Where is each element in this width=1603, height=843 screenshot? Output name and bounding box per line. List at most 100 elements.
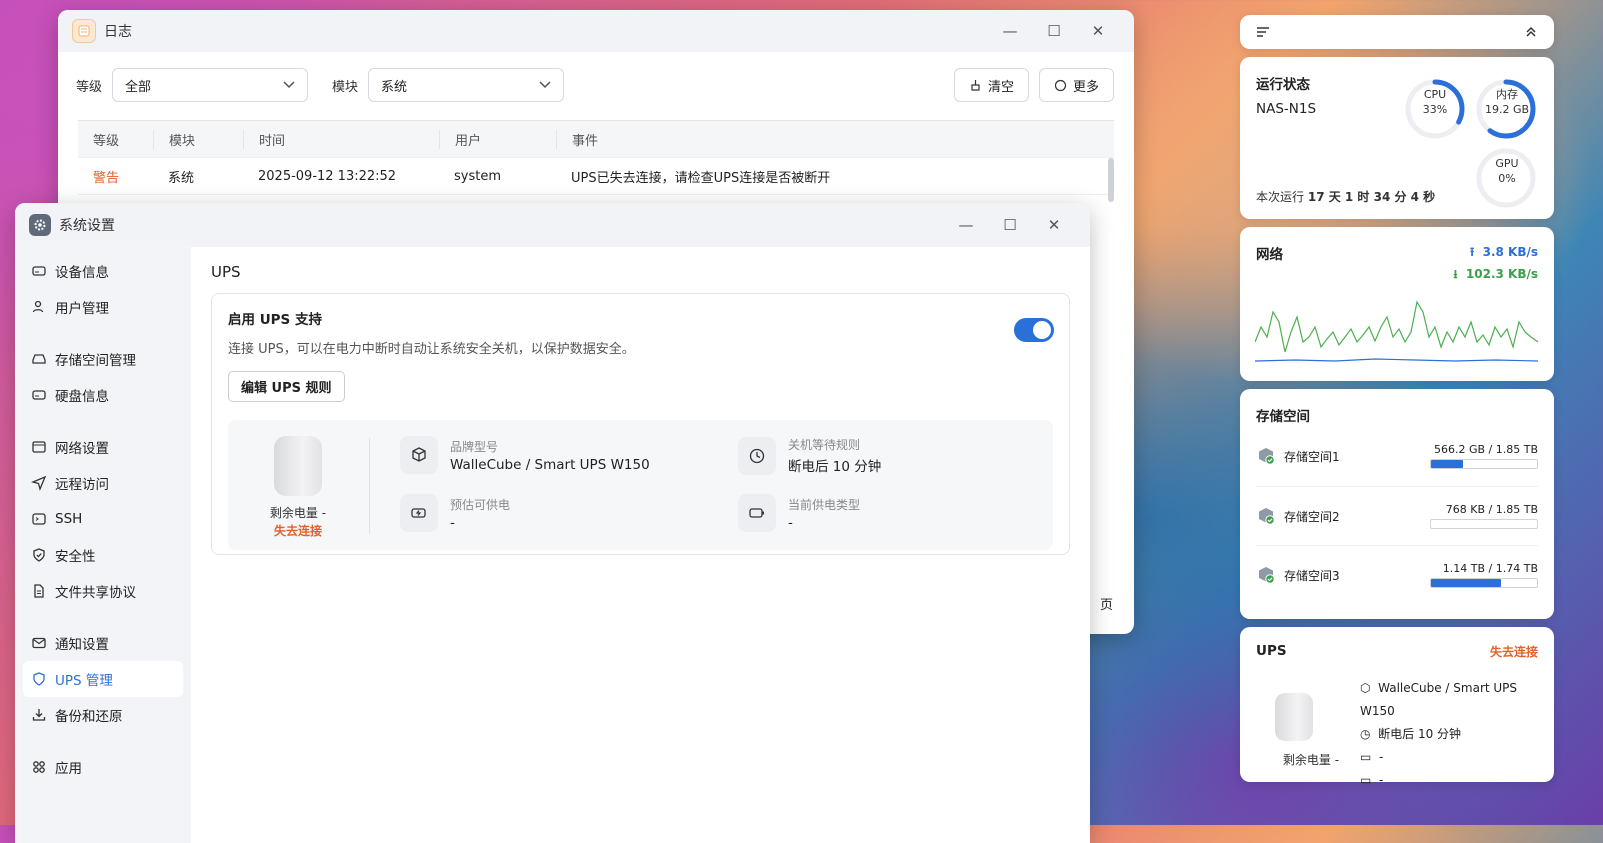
storage-volume-icon (1259, 567, 1275, 584)
sidebar-item-backup[interactable]: 备份和还原 (23, 697, 183, 733)
minimize-icon[interactable]: — (944, 210, 988, 240)
storage-volume-row[interactable]: 存储空间1 566.2 GB / 1.85 TB (1256, 427, 1538, 485)
column-header[interactable]: 事件 (556, 129, 1114, 149)
sidebar-item-label: 网络设置 (55, 441, 109, 457)
sidebar-item-apps[interactable]: 应用 (23, 749, 183, 785)
battery-icon (749, 508, 764, 518)
file-icon (34, 584, 44, 598)
sidebar-item-file-sharing[interactable]: 文件共享协议 (23, 573, 183, 609)
filter-list-icon[interactable] (1256, 25, 1270, 39)
battery-charging-icon: ▭ (1360, 750, 1372, 764)
storage-usage-fill (1431, 579, 1501, 587)
storage-usage-bar (1430, 519, 1538, 529)
ups-widget: UPS 失去连接 剩余电量 - ⬡ WalleCube / Smart UPS … (1240, 627, 1554, 787)
chevron-down-icon (539, 81, 551, 89)
cpu-label: CPU (1423, 88, 1447, 101)
sidebar-item-label: SSH (55, 511, 83, 527)
page-title: UPS (211, 263, 241, 281)
network-traffic-chart (1255, 300, 1539, 362)
mem-ring-label: 内存 19.2 GB (1477, 87, 1537, 117)
log-event-cell: UPS已失去连接，请检查UPS连接是否被断开 (571, 170, 831, 186)
sidebar-item-storage-manager[interactable]: 存储空间管理 (23, 341, 183, 377)
settings-content: UPS 启用 UPS 支持 连接 UPS，可以在电力中断时自动让系统安全关机，以… (191, 247, 1090, 843)
apps-icon (33, 761, 45, 773)
storage-widget: 存储空间 存储空间1 566.2 GB / 1.85 TB 存储空间2 768 KB … (1240, 389, 1554, 619)
sidebar-item-label: 设备信息 (55, 265, 109, 281)
sidebar-item-security[interactable]: 安全性 (23, 537, 183, 573)
log-table-header: 等级 模块 时间 用户 事件 (78, 121, 1114, 158)
maximize-icon[interactable]: ☐ (1032, 16, 1076, 46)
mail-icon (32, 637, 46, 649)
download-speed: ⭳ 102.3 KB/s (1453, 267, 1538, 281)
sidebar-item-label: 应用 (55, 761, 82, 777)
cpu-ring-label: CPU 33% (1410, 87, 1460, 117)
battery-label: 剩余电量 - (269, 506, 327, 520)
enable-ups-description: 连接 UPS，可以在电力中断时自动让系统安全关机，以保护数据安全。 (228, 342, 635, 357)
status-widget: 运行状态 NAS-N1S 本次运行 17 天 1 时 34 分 4 秒 CPU 3… (1240, 57, 1554, 219)
sidebar-item-network[interactable]: 网络设置 (23, 429, 183, 465)
ups-widget-shutdown: 断电后 10 分钟 (1378, 727, 1462, 741)
network-icon (32, 441, 46, 453)
storage-volume-icon (1259, 448, 1275, 465)
table-row[interactable]: 警告 系统 2025-09-12 13:22:52 system UPS已失去连… (78, 158, 1114, 195)
sidebar-item-label: 用户管理 (55, 301, 109, 317)
storage-volume-name: 存储空间3 (1284, 568, 1340, 583)
log-scrollbar[interactable] (1108, 158, 1114, 202)
column-header[interactable]: 模块 (153, 129, 243, 149)
enable-ups-title: 启用 UPS 支持 (228, 312, 322, 328)
settings-window: 系统设置 — ☐ ✕ 设备信息 用户管理 存储空间管理 硬盘信息 网络设置 远程… (15, 203, 1090, 843)
column-header[interactable]: 时间 (243, 129, 439, 149)
mem-label: 内存 (1496, 88, 1518, 101)
battery-icon: ▭ (1360, 773, 1372, 787)
close-icon[interactable]: ✕ (1076, 16, 1120, 46)
sidebar-item-ups[interactable]: UPS 管理 (23, 661, 183, 697)
storage-volume-row[interactable]: 存储空间3 1.14 TB / 1.74 TB (1256, 545, 1538, 604)
more-button-label: 更多 (1072, 79, 1099, 95)
ups-info-panel: 剩余电量 - 失去连接 品牌型号 WalleCube / Smart UPS W1… (228, 420, 1053, 550)
mem-value: 19.2 GB (1484, 103, 1530, 116)
level-select[interactable]: 全部 (112, 68, 309, 102)
minimize-icon[interactable]: — (988, 16, 1032, 46)
runtime-value: - (450, 514, 455, 531)
sidebar-item-notifications[interactable]: 通知设置 (23, 625, 183, 661)
column-header[interactable]: 等级 (78, 130, 153, 149)
sidebar-item-users[interactable]: 用户管理 (23, 289, 183, 325)
download-icon (32, 709, 46, 721)
ups-status: 失去连接 (273, 524, 322, 538)
upload-line (1255, 358, 1539, 362)
chevrons-up-icon[interactable] (1524, 25, 1538, 39)
module-select[interactable]: 系统 (368, 68, 565, 102)
clock-icon (749, 448, 765, 463)
more-button[interactable]: 更多 (1038, 68, 1114, 102)
enable-ups-toggle[interactable] (1014, 318, 1054, 342)
column-header[interactable]: 用户 (439, 129, 556, 149)
storage-usage-bar (1430, 578, 1538, 588)
drive-icon (32, 266, 46, 276)
edit-ups-rules-button[interactable]: 编辑 UPS 规则 (228, 371, 345, 402)
sidebar-item-remote-access[interactable]: 远程访问 (23, 465, 183, 501)
ups-card: 启用 UPS 支持 连接 UPS，可以在电力中断时自动让系统安全关机，以保护数据… (211, 293, 1070, 555)
brand-info: 品牌型号 WalleCube / Smart UPS W150 (400, 436, 650, 474)
gpu-value: 0% (1498, 172, 1516, 185)
level-label: 等级 (76, 79, 103, 95)
terminal-icon (32, 513, 46, 525)
storage-icon (32, 354, 46, 364)
maximize-icon[interactable]: ☐ (988, 210, 1032, 240)
network-widget: 网络 ⭱ 3.8 KB/s ⭳ 102.3 KB/s (1240, 227, 1554, 381)
user-icon (32, 300, 44, 313)
sidebar-item-disk-info[interactable]: 硬盘信息 (23, 377, 183, 413)
shutdown-key: 关机等待规则 (788, 438, 861, 452)
clear-button[interactable]: 清空 (953, 68, 1029, 102)
storage-usage-fill (1431, 460, 1463, 468)
sidebar-item-ssh[interactable]: SSH (23, 501, 183, 537)
cube-icon (412, 447, 426, 462)
log-table: 等级 模块 时间 用户 事件 警告 系统 2025-09-12 13:22:52… (78, 120, 1114, 195)
close-icon[interactable]: ✕ (1032, 210, 1076, 240)
storage-volume-usage: 768 KB / 1.85 TB (1445, 503, 1538, 516)
sidebar-item-device-info[interactable]: 设备信息 (23, 253, 183, 289)
disk-icon (32, 390, 46, 400)
storage-volume-row[interactable]: 存储空间2 768 KB / 1.85 TB (1256, 486, 1538, 545)
runtime-info: 预估可供电 - (400, 494, 510, 532)
sidebar-item-label: 文件共享协议 (55, 585, 136, 601)
power-type-info: 当前供电类型 - (738, 494, 860, 532)
